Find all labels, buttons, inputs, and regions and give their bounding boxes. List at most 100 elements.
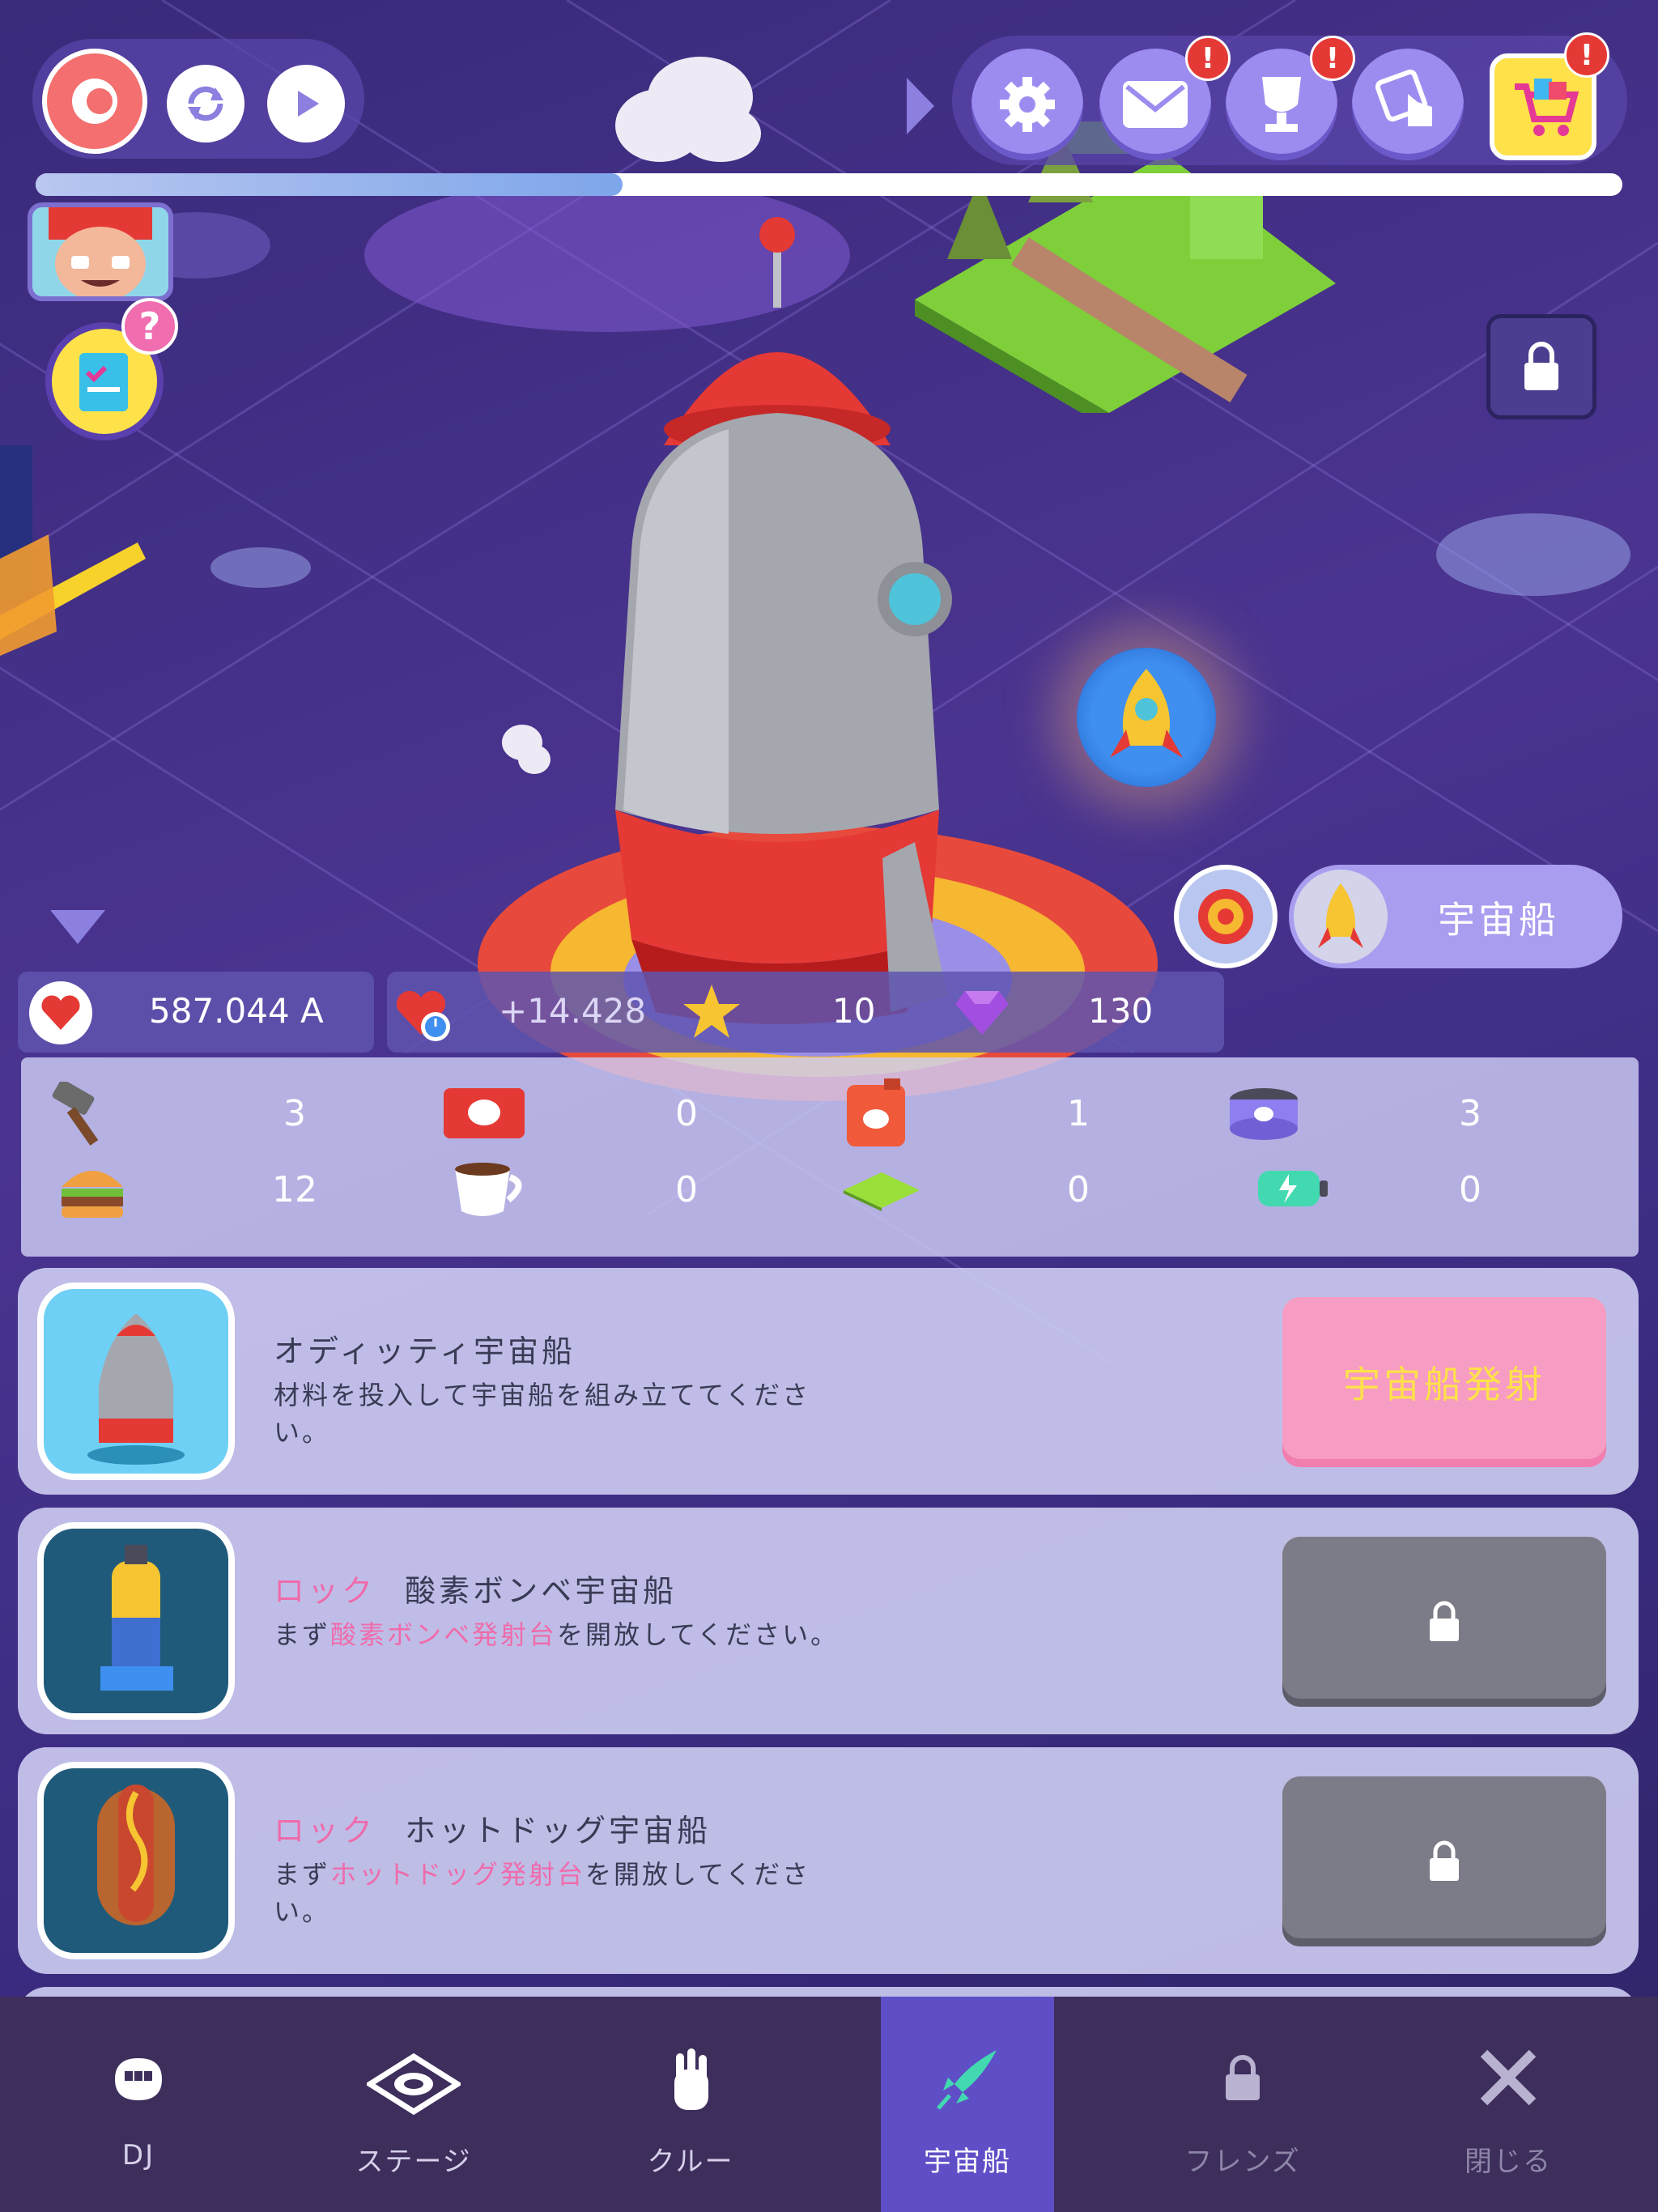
lock-status-label: ロック — [274, 1813, 376, 1848]
can-icon — [1230, 1088, 1298, 1140]
smoke-cloud — [680, 105, 761, 162]
ticket-icon — [444, 1088, 525, 1138]
chevron-right-icon — [907, 78, 934, 134]
close-icon — [1480, 2049, 1537, 2106]
hotdog-rocket-image — [97, 1784, 175, 1925]
spaceship-description: まず酸素ボンベ発射台を開放してください。 — [274, 1616, 857, 1653]
target-icon — [1198, 889, 1253, 944]
spaceship-title: 酸素ボンベ宇宙船 — [405, 1573, 678, 1609]
coffee-cup-icon — [455, 1163, 522, 1216]
locked-spaceship-button[interactable] — [1282, 1776, 1606, 1946]
mail-alert-badge: ! — [1185, 36, 1231, 81]
resource-ticket-count: 0 — [675, 1093, 698, 1134]
spaceship-card-oxygen: ロック 酸素ボンベ宇宙船 まず酸素ボンベ発射台を開放してください。 — [18, 1508, 1639, 1734]
burger-icon — [62, 1171, 123, 1218]
resource-fuel-count: 1 — [1067, 1093, 1090, 1134]
locked-spaceship-button[interactable] — [1282, 1537, 1606, 1707]
bottom-nav: DJ ステージ クルー 宇宙船 フレンズ 閉じる — [0, 1997, 1658, 2212]
fuel-can-icon — [847, 1078, 905, 1146]
target-button[interactable] — [1174, 865, 1278, 968]
settings-button[interactable] — [971, 49, 1083, 160]
launch-spaceship-label: 宇宙船発射 — [1343, 1363, 1545, 1406]
lock-icon — [1524, 342, 1558, 390]
spaceship-list: オディッティ宇宙船 材料を投入して宇宙船を組み立ててください。 宇宙船発射 ロッ… — [0, 1263, 1658, 1997]
nav-item-close[interactable]: 閉じる — [1422, 1997, 1595, 2212]
spaceship-thumbnail — [37, 1283, 235, 1480]
spaceship-selector-button[interactable]: 宇宙船 — [1289, 865, 1622, 968]
rocket-icon — [1110, 669, 1183, 758]
play-icon — [298, 91, 319, 117]
hearts-counter: 587.044 A — [18, 972, 374, 1053]
nav-item-crew[interactable]: クルー — [604, 1997, 777, 2212]
scene-shadow — [210, 547, 311, 588]
trophy-alert-badge: ! — [1310, 36, 1355, 81]
oxygen-rocket-image — [100, 1545, 173, 1691]
nav-item-stage[interactable]: ステージ — [327, 1997, 500, 2212]
expand-arrow[interactable] — [903, 78, 936, 134]
star-icon — [683, 985, 740, 1038]
lock-icon — [1226, 2055, 1260, 2100]
nav-label: DJ — [121, 2139, 155, 2172]
spaceship-title: オディッティ宇宙船 — [274, 1334, 576, 1369]
heart-timer-icon — [396, 990, 450, 1041]
heart-icon — [29, 981, 92, 1044]
spaceship-title: ホットドッグ宇宙船 — [405, 1813, 712, 1848]
help-badge[interactable]: ? — [121, 298, 178, 355]
resource-burger-count: 12 — [272, 1169, 317, 1210]
nav-label: ステージ — [355, 2146, 472, 2178]
nav-label: クルー — [647, 2146, 734, 2178]
nav-label: 閉じる — [1465, 2146, 1552, 2178]
rocket-model — [615, 217, 952, 1024]
hammer-icon — [52, 1082, 99, 1146]
nav-label: 宇宙船 — [924, 2146, 1011, 2178]
spaceship-card-hotdog: ロック ホットドッグ宇宙船 まずホットドッグ発射台を開放してください。 — [18, 1747, 1639, 1974]
oddity-rocket-image — [87, 1313, 185, 1465]
resources-panel: 3 0 1 3 12 0 0 0 — [21, 1057, 1639, 1257]
player-avatar[interactable] — [28, 202, 173, 301]
desc-highlight: 酸素ボンベ発射台 — [330, 1619, 558, 1650]
tap-hand-icon — [1375, 70, 1432, 126]
desc-prefix: まず — [274, 1859, 331, 1890]
shopping-cart-icon — [1515, 79, 1579, 136]
desc-suffix: を開放してください。 — [557, 1619, 840, 1650]
game-logo-button[interactable] — [42, 49, 147, 154]
smoke-cloud — [518, 745, 551, 774]
resource-grass-count: 0 — [1067, 1169, 1090, 1210]
mouth-icon — [115, 2058, 162, 2100]
stage-icon — [367, 2053, 461, 2115]
nav-label: フレンズ — [1184, 2146, 1301, 2178]
play-button[interactable] — [267, 65, 345, 143]
checklist-icon — [79, 353, 128, 411]
lock-icon — [1430, 1601, 1459, 1641]
hand-icon — [674, 2048, 708, 2110]
locked-feature-button[interactable] — [1486, 314, 1596, 419]
collapse-panel-button[interactable] — [45, 904, 110, 949]
rocket-thumb — [1294, 870, 1388, 963]
gear-icon — [1000, 77, 1055, 132]
stars-value: 10 — [832, 991, 876, 1031]
tutorial-button[interactable] — [1352, 49, 1464, 160]
logo-icon — [72, 79, 117, 124]
gems-value: 130 — [1088, 991, 1154, 1031]
nav-item-dj[interactable]: DJ — [52, 1997, 225, 2212]
refresh-icon — [188, 86, 223, 121]
gem-icon — [955, 991, 1009, 1035]
desc-highlight: ホットドッグ発射台 — [330, 1859, 586, 1890]
grass-tile-icon — [844, 1172, 920, 1211]
spaceship-card-oddity: オディッティ宇宙船 材料を投入して宇宙船を組み立ててください。 宇宙船発射 — [18, 1268, 1639, 1495]
nav-item-spaceship[interactable]: 宇宙船 — [881, 1997, 1054, 2212]
spaceship-selector-label: 宇宙船 — [1438, 898, 1559, 942]
spaceship-description: 材料を投入して宇宙船を組み立ててください。 — [274, 1380, 811, 1448]
launch-spaceship-button[interactable]: 宇宙船発射 — [1282, 1297, 1606, 1467]
desc-prefix: まず — [274, 1619, 331, 1650]
chevron-down-icon — [50, 910, 105, 944]
rocket-icon — [937, 2050, 997, 2110]
scene-shadow — [1436, 513, 1630, 596]
construction-barrier — [0, 445, 146, 656]
spaceship-card-partial — [18, 1987, 1639, 1997]
spaceship-title-row: ロック 酸素ボンベ宇宙船 — [274, 1566, 677, 1610]
resource-can-count: 3 — [1459, 1093, 1482, 1134]
refresh-button[interactable] — [167, 65, 244, 143]
nav-item-friends[interactable]: フレンズ — [1156, 1997, 1329, 2212]
rocket-reward-bubble[interactable] — [1077, 648, 1216, 787]
